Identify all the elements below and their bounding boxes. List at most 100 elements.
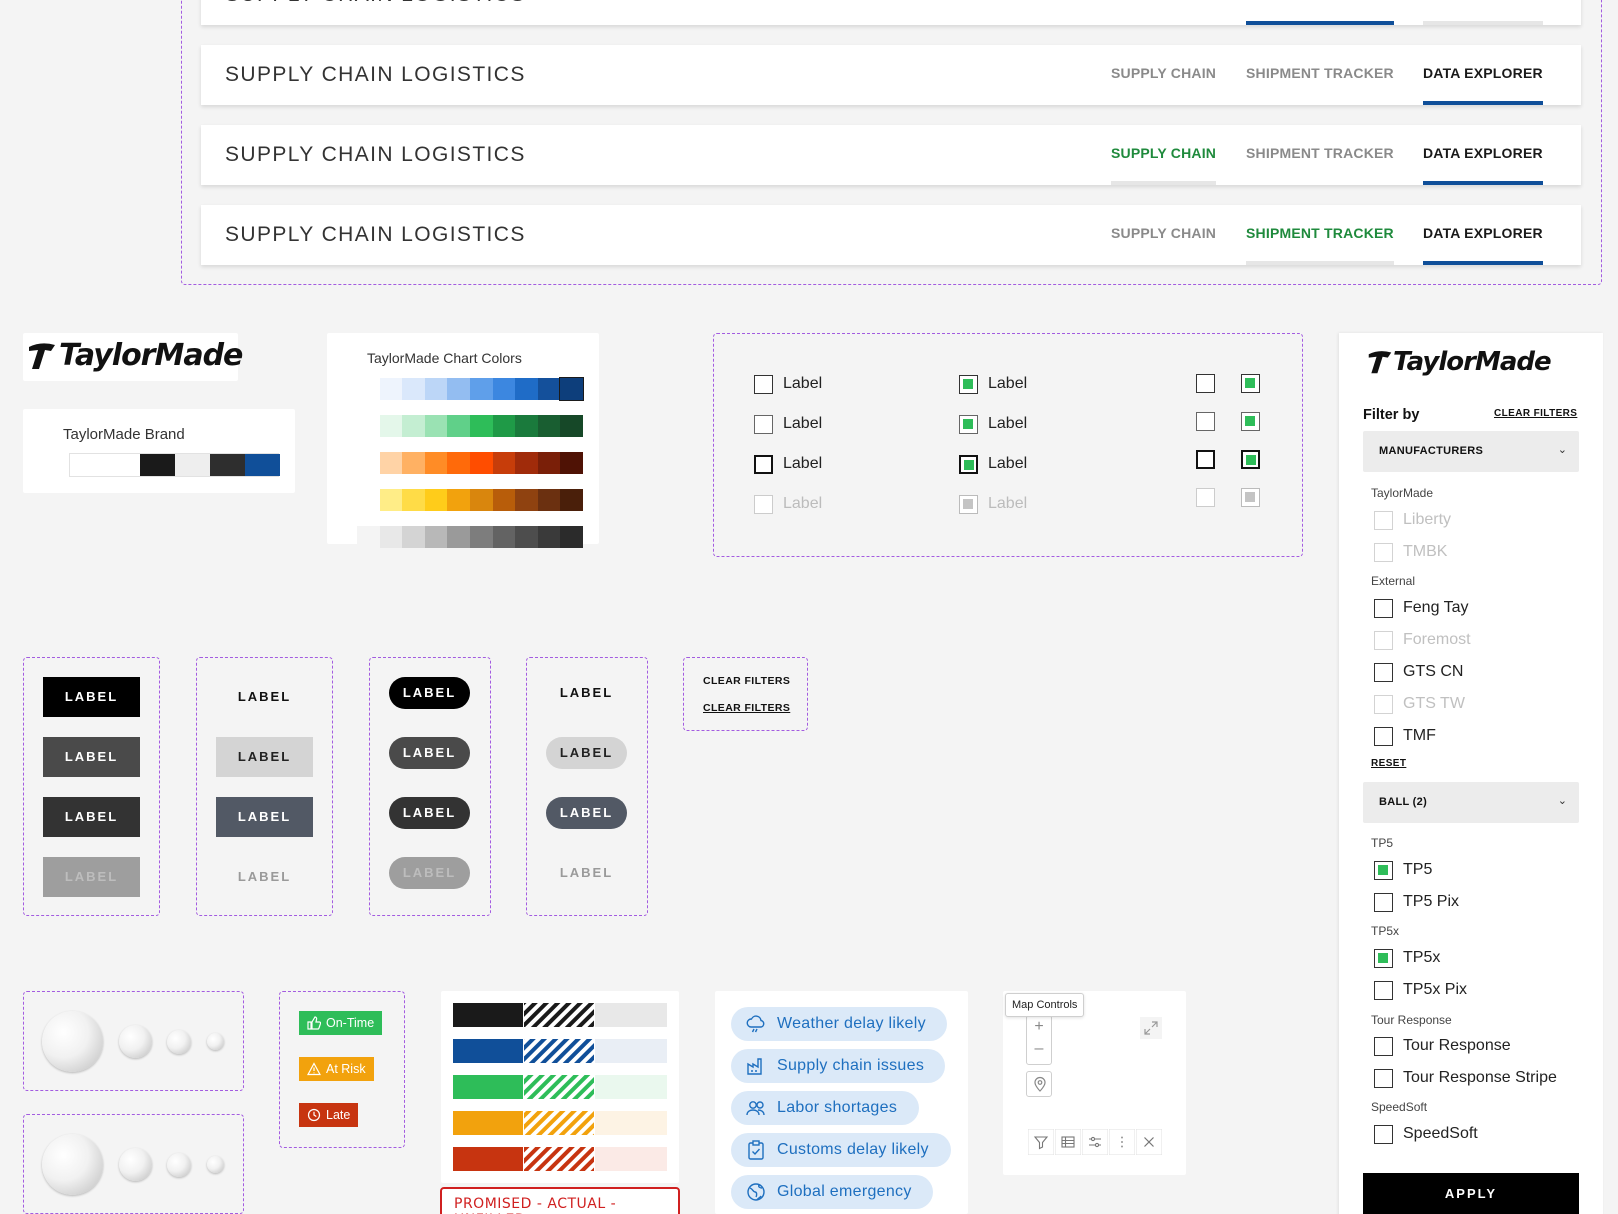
filter-label: TP5x: [1403, 949, 1441, 966]
checkbox-unchecked-focus[interactable]: [754, 455, 773, 474]
chart-color-swatch: [515, 378, 539, 400]
tab-shipment-tracker[interactable]: SHIPMENT TRACKER: [1246, 0, 1394, 25]
golf-ball-icon: [42, 1011, 103, 1072]
tab-shipment-tracker[interactable]: SHIPMENT TRACKER: [1246, 45, 1394, 105]
navbar: SUPPLY CHAIN LOGISTICS SUPPLY CHAIN SHIP…: [201, 205, 1581, 265]
tab-data-explorer[interactable]: DATA EXPLORER: [1423, 45, 1543, 105]
filter-label: Tour Response: [1403, 1037, 1511, 1054]
button-text-hover[interactable]: LABEL: [216, 737, 313, 777]
tab-underline: [1246, 21, 1394, 25]
filter-checkbox-tp5[interactable]: [1374, 861, 1393, 880]
button-primary[interactable]: LABEL: [43, 677, 140, 717]
button-pill-active[interactable]: LABEL: [389, 797, 470, 829]
legend-bar-unfilled: [595, 1003, 667, 1027]
alert-pill-supply-chain[interactable]: Supply chain issues: [731, 1049, 945, 1083]
close-icon[interactable]: [1136, 1129, 1162, 1155]
filter-label: SpeedSoft: [1403, 1125, 1478, 1142]
filter-group-label: TP5x: [1371, 924, 1400, 938]
checkbox-checked-focus[interactable]: [959, 455, 978, 474]
tab-supply-chain[interactable]: SUPPLY CHAIN: [1111, 205, 1216, 265]
reset-link[interactable]: RESET: [1371, 758, 1406, 769]
button-pill[interactable]: LABEL: [389, 677, 470, 709]
sliders-icon[interactable]: [1082, 1129, 1108, 1155]
tab-shipment-tracker[interactable]: SHIPMENT TRACKER: [1246, 205, 1394, 265]
checkbox-checked-focus[interactable]: [1241, 450, 1260, 469]
zoom-in-button[interactable]: +: [1027, 1018, 1051, 1036]
clear-filters-link-hover[interactable]: CLEAR FILTERS: [703, 702, 790, 714]
checkbox-unchecked-hover[interactable]: [754, 415, 773, 434]
tab-supply-chain[interactable]: SUPPLY CHAIN: [1111, 0, 1216, 25]
alert-pill-global[interactable]: Global emergency: [731, 1175, 933, 1209]
button-text-active[interactable]: LABEL: [216, 797, 313, 837]
checkbox-checked-hover[interactable]: [959, 415, 978, 434]
tab-supply-chain[interactable]: SUPPLY CHAIN: [1111, 45, 1216, 105]
button-text[interactable]: LABEL: [216, 677, 313, 717]
button-pill-hover[interactable]: LABEL: [389, 737, 470, 769]
clear-filters-group: [683, 657, 808, 731]
alert-pill-weather[interactable]: Weather delay likely: [731, 1007, 947, 1041]
chart-color-swatch: [560, 526, 584, 548]
checkbox-checked[interactable]: [959, 375, 978, 394]
filter-checkbox-tp5-pix[interactable]: [1374, 893, 1393, 912]
alert-label: Supply chain issues: [777, 1057, 925, 1074]
golf-ball-icon: [167, 1030, 191, 1054]
chart-color-swatch: [379, 489, 403, 511]
filter-checkbox-tp5x[interactable]: [1374, 949, 1393, 968]
expand-icon[interactable]: [1140, 1017, 1162, 1039]
chart-color-swatch: [492, 526, 516, 548]
tab-label: DATA EXPLORER: [1423, 145, 1543, 161]
tab-data-explorer[interactable]: DATA EXPLORER: [1423, 0, 1543, 25]
sidebar-clear-filters[interactable]: CLEAR FILTERS: [1494, 408, 1577, 419]
dropdown-label: BALL (2): [1379, 796, 1428, 808]
checkbox-unchecked[interactable]: [754, 375, 773, 394]
filter-checkbox-tp5x-pix[interactable]: [1374, 981, 1393, 1000]
ball-dropdown[interactable]: BALL (2) ⌄: [1363, 782, 1579, 823]
checkbox-unchecked-focus[interactable]: [1196, 450, 1215, 469]
logo-card: TaylorMade: [23, 333, 243, 381]
checkbox-checked-disabled: [1241, 488, 1260, 507]
tab-data-explorer[interactable]: DATA EXPLORER: [1423, 125, 1543, 185]
filter-checkbox-tour-response-stripe[interactable]: [1374, 1069, 1393, 1088]
manufacturers-dropdown[interactable]: MANUFACTURERS ⌄: [1363, 431, 1579, 472]
tab-data-explorer[interactable]: DATA EXPLORER: [1423, 205, 1543, 265]
filter-checkbox-tmf[interactable]: [1374, 727, 1393, 746]
alert-pill-labor[interactable]: Labor shortages: [731, 1091, 919, 1125]
alert-label: Weather delay likely: [777, 1015, 926, 1032]
table-icon[interactable]: [1055, 1129, 1081, 1155]
chart-color-swatch: [424, 415, 448, 437]
button-pill-text[interactable]: LABEL: [546, 677, 627, 709]
status-badge-label: At Risk: [326, 1062, 366, 1076]
legend-bar-promised: [453, 1039, 523, 1063]
warning-icon: [307, 1062, 321, 1076]
tab-supply-chain[interactable]: SUPPLY CHAIN: [1111, 125, 1217, 185]
more-vertical-icon[interactable]: [1109, 1129, 1135, 1155]
filter-checkbox-speedsoft[interactable]: [1374, 1125, 1393, 1144]
filter-checkbox-gts-cn[interactable]: [1374, 663, 1393, 682]
tab-shipment-tracker[interactable]: SHIPMENT TRACKER: [1246, 125, 1394, 185]
apply-button[interactable]: APPLY: [1363, 1173, 1579, 1214]
button-primary-active[interactable]: LABEL: [43, 797, 140, 837]
map-controls-card: + – Map Controls: [1003, 991, 1186, 1175]
legend-bar-unfilled: [595, 1039, 667, 1063]
zoom-out-button[interactable]: –: [1027, 1040, 1051, 1058]
golf-ball-icon: [167, 1153, 191, 1177]
filter-group-label: TP5: [1371, 836, 1394, 850]
alert-pill-customs[interactable]: Customs delay likely: [731, 1133, 951, 1167]
filter-checkbox-tour-response[interactable]: [1374, 1037, 1393, 1056]
tab-label: SHIPMENT TRACKER: [1246, 0, 1394, 1]
button-pill-text-active[interactable]: LABEL: [546, 797, 627, 829]
checkbox-unchecked[interactable]: [1196, 374, 1215, 393]
filter-checkbox-feng-tay[interactable]: [1374, 599, 1393, 618]
button-pill-text-hover[interactable]: LABEL: [546, 737, 627, 769]
chart-color-swatch: [447, 452, 471, 474]
checkbox-checked[interactable]: [1241, 374, 1260, 393]
location-button[interactable]: [1026, 1071, 1052, 1097]
chart-color-swatch: [424, 378, 448, 400]
filter-icon[interactable]: [1028, 1129, 1054, 1155]
button-primary-hover[interactable]: LABEL: [43, 737, 140, 777]
tab-label: DATA EXPLORER: [1423, 225, 1543, 241]
checkbox-unchecked-hover[interactable]: [1196, 412, 1215, 431]
brand-colors-card: TaylorMade Brand: [23, 409, 295, 493]
checkbox-checked-hover[interactable]: [1241, 412, 1260, 431]
clear-filters-link[interactable]: CLEAR FILTERS: [703, 675, 790, 687]
